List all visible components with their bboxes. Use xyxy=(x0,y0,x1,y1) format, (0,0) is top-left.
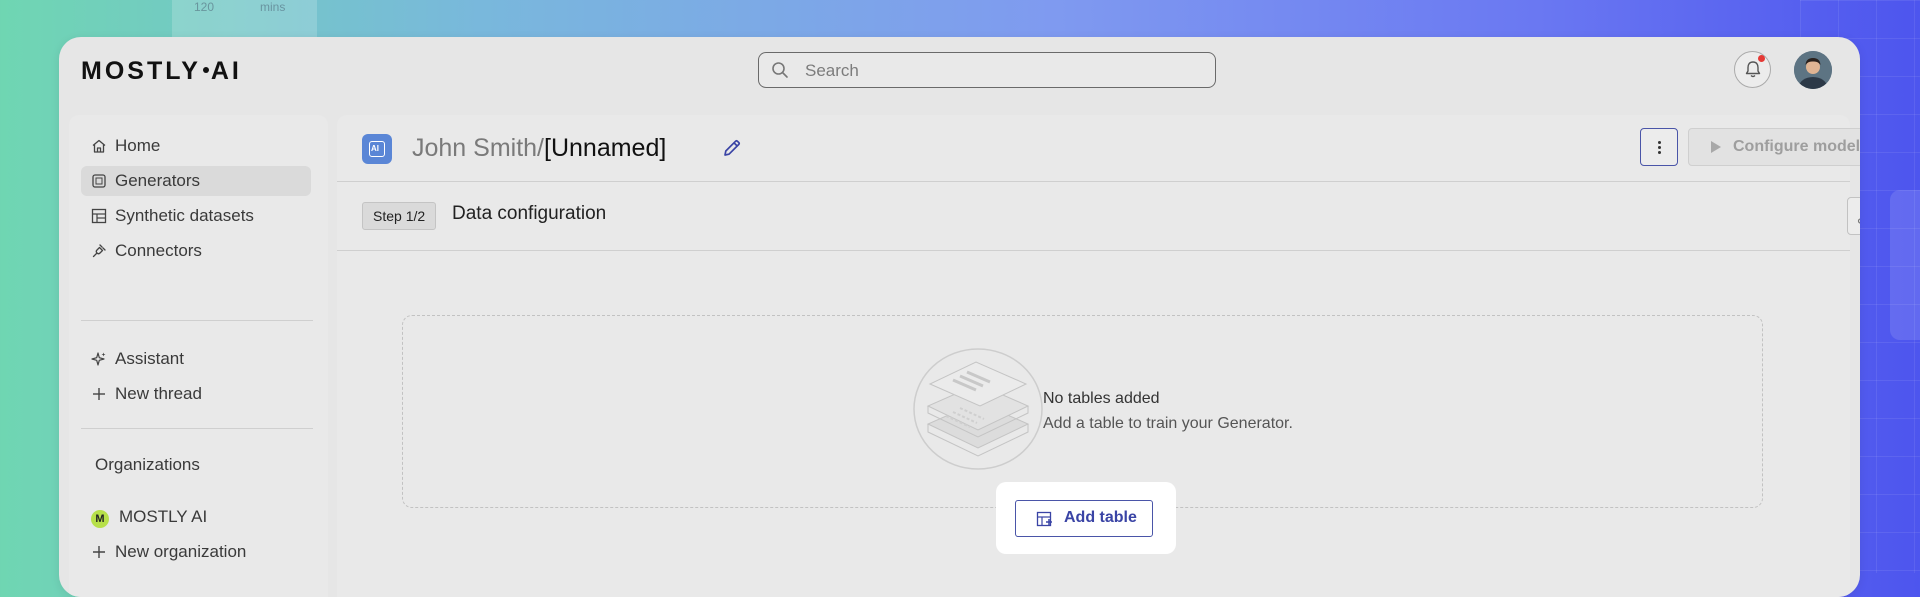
add-table-button[interactable]: Add table xyxy=(1015,500,1153,537)
top-bar: MOSTLY AI xyxy=(59,37,1860,105)
sidebar-item-label: Synthetic datasets xyxy=(115,206,254,225)
background-label: 120 xyxy=(194,0,215,14)
bell-icon xyxy=(1745,61,1761,78)
plus-icon xyxy=(93,546,105,558)
step-header: Step 1/2 Data configuration xyxy=(337,182,1860,251)
graph-icon xyxy=(1857,218,1860,224)
search-box[interactable] xyxy=(758,52,1216,88)
generator-icon xyxy=(92,174,106,188)
sidebar-item-label: Home xyxy=(115,136,161,155)
configure-models-button[interactable]: Configure models xyxy=(1688,128,1860,166)
empty-tables-dropzone: No tables added Add a table to train you… xyxy=(402,315,1763,508)
empty-state-subtitle: Add a table to train your Generator. xyxy=(1043,415,1293,432)
app-window: MOSTLYAI Home Generators xyxy=(59,37,1860,597)
user-avatar[interactable] xyxy=(1794,51,1832,89)
configure-models-label: Configure models xyxy=(1733,138,1860,155)
sidebar-divider xyxy=(81,320,313,321)
add-table-icon xyxy=(1036,511,1052,527)
sidebar-item-label: Generators xyxy=(115,171,201,190)
sidebar-item-assistant[interactable]: Assistant xyxy=(81,344,311,374)
sidebar-item-label: MOSTLY AI xyxy=(119,507,208,526)
step-badge: Step 1/2 xyxy=(362,202,437,230)
app-logo[interactable]: MOSTLY AI xyxy=(81,57,242,86)
sidebar-item-synthetic-datasets[interactable]: Synthetic datasets xyxy=(81,201,311,231)
sidebar-item-new-thread[interactable]: New thread xyxy=(81,379,311,409)
sparkle-icon xyxy=(91,352,106,366)
background-panel xyxy=(1890,190,1920,340)
plug-icon xyxy=(92,244,106,258)
avatar-image xyxy=(1794,51,1832,89)
generator-header: AI John Smith/[Unnamed] Configure models xyxy=(337,115,1860,182)
plus-icon xyxy=(93,388,105,400)
generator-icon: AI xyxy=(362,134,392,164)
sidebar-item-label: New thread xyxy=(115,384,202,403)
sidebar-item-connectors[interactable]: Connectors xyxy=(81,236,311,266)
dataset-table-icon xyxy=(91,208,107,224)
organizations-heading: Organizations xyxy=(95,455,200,474)
background-label: mins xyxy=(260,0,286,14)
play-icon xyxy=(1711,141,1721,153)
notification-dot xyxy=(1758,55,1765,62)
home-icon xyxy=(92,139,106,153)
generator-owner: John Smith/ xyxy=(412,134,545,162)
search-input[interactable] xyxy=(803,59,1187,83)
more-options-button[interactable] xyxy=(1640,128,1678,166)
notifications-button[interactable] xyxy=(1734,51,1771,88)
empty-tables-illustration xyxy=(913,348,1043,470)
sidebar-item-label: Assistant xyxy=(115,349,184,368)
sidebar-item-label: New organization xyxy=(115,542,247,561)
sidebar-item-generators[interactable]: Generators xyxy=(81,166,311,196)
step-title: Data configuration xyxy=(452,203,607,224)
add-table-highlight: Add table xyxy=(996,482,1176,554)
search-icon xyxy=(772,62,788,78)
org-badge: M xyxy=(91,510,109,528)
generator-title: John Smith/[Unnamed] xyxy=(412,134,666,163)
sidebar-divider xyxy=(81,428,313,429)
sidebar-item-new-organization[interactable]: New organization xyxy=(81,537,311,567)
sidebar-item-org-mostly-ai[interactable]: M MOSTLY AI xyxy=(81,502,311,532)
sidebar-item-label: Connectors xyxy=(115,241,202,260)
empty-state-title: No tables added xyxy=(1043,390,1160,407)
edit-name-icon[interactable] xyxy=(722,138,742,158)
sidebar-item-home[interactable]: Home xyxy=(81,131,311,161)
sidebar: Home Generators Synthetic datasets Conne… xyxy=(69,115,328,597)
relations-graph-button[interactable] xyxy=(1847,197,1860,235)
generator-name: [Unnamed] xyxy=(544,134,667,162)
add-table-label: Add table xyxy=(1064,509,1137,526)
